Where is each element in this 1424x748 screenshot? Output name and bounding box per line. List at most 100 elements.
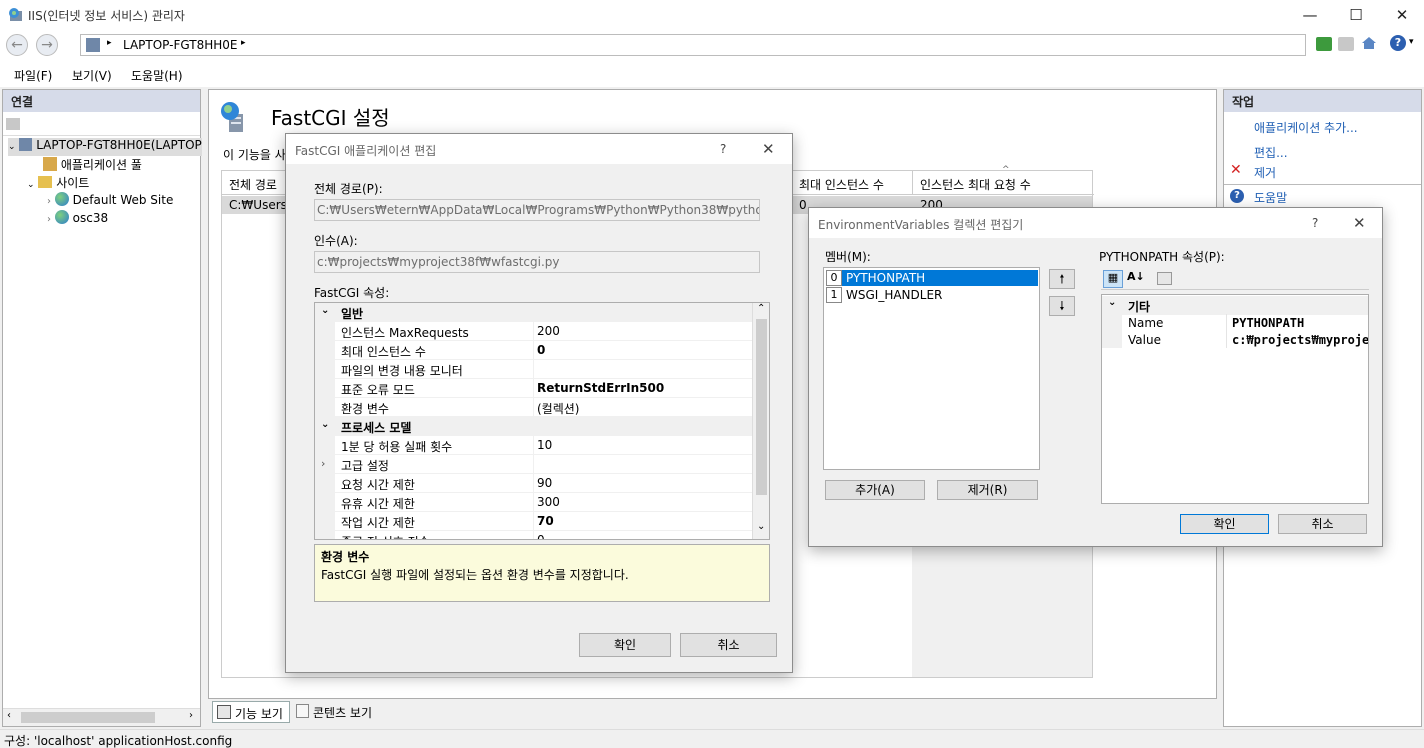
members-list[interactable]: 0 PYTHONPATH 1 WSGI_HANDLER xyxy=(823,267,1040,470)
menu-file[interactable]: 파일(F) xyxy=(14,67,52,84)
page-title: FastCGI 설정 xyxy=(271,106,390,130)
action-help[interactable]: 도움말 xyxy=(1254,189,1287,206)
property-row[interactable]: 파일의 변경 내용 모니터 xyxy=(315,360,752,379)
collapse-icon: ⌄ xyxy=(321,305,330,316)
property-grid-scrollbar[interactable]: ⌃ ⌄ xyxy=(752,303,769,539)
connections-panel: 연결 ⌄ LAPTOP-FGT8HH0E(LAPTOP- 애플리케이션 풀 ⌄ … xyxy=(2,89,202,727)
fastcgi-help-button[interactable]: ? xyxy=(720,142,726,156)
row-max-instances: 0 xyxy=(799,198,807,212)
close-window-button[interactable]: ✕ xyxy=(1379,0,1424,30)
remove-member-button[interactable]: 제거(R) xyxy=(937,480,1038,500)
property-pages-icon[interactable] xyxy=(1157,272,1172,285)
actions-header: 작업 xyxy=(1224,90,1421,112)
tree-default-web-site[interactable]: › Default Web Site xyxy=(47,192,173,207)
env-close-button[interactable]: ✕ xyxy=(1353,214,1366,232)
property-category[interactable]: ⌄ 프로세스 모델 xyxy=(315,417,752,436)
alphabetical-icon[interactable]: A↓ xyxy=(1127,270,1145,283)
move-up-button[interactable]: 🠕 xyxy=(1049,269,1075,289)
status-text: 구성: 'localhost' applicationHost.config xyxy=(4,734,233,748)
fastcgi-ok-button[interactable]: 확인 xyxy=(579,633,671,657)
property-name: 1분 당 허용 실패 횟수 xyxy=(341,440,453,454)
server-icon xyxy=(86,38,100,52)
member-index: 0 xyxy=(826,270,842,286)
property-row[interactable]: 작업 시간 제한 70 xyxy=(315,512,752,531)
env-help-button[interactable]: ? xyxy=(1312,216,1318,230)
categorized-icon[interactable]: ▦ xyxy=(1103,270,1123,288)
tab-content-view[interactable]: 콘텐츠 보기 xyxy=(294,701,386,723)
menu-view[interactable]: 보기(V) xyxy=(72,67,112,84)
minimize-button[interactable]: — xyxy=(1287,0,1333,30)
arrow-up-icon: 🠕 xyxy=(1059,272,1065,286)
page-description: 이 기능을 사 xyxy=(223,148,286,162)
property-category[interactable]: ⌄ 기타 xyxy=(1102,296,1368,315)
address-separator-end[interactable]: ▸ xyxy=(241,38,246,48)
property-row[interactable]: 표준 오류 모드 ReturnStdErrIn500 xyxy=(315,379,752,398)
tree-server[interactable]: ⌄ LAPTOP-FGT8HH0E(LAPTOP- xyxy=(8,138,202,156)
env-ok-button[interactable]: 확인 xyxy=(1180,514,1269,534)
property-value: 0 xyxy=(537,343,546,357)
members-label: 멤버(M): xyxy=(825,250,871,264)
property-category[interactable]: ⌄ 일반 xyxy=(315,303,752,322)
fastcgi-cancel-button[interactable]: 취소 xyxy=(680,633,777,657)
tree-sites[interactable]: ⌄ 사이트 xyxy=(27,174,89,191)
property-row[interactable]: 환경 변수 (컬렉션) xyxy=(315,398,752,417)
env-cancel-button[interactable]: 취소 xyxy=(1278,514,1367,534)
fastcgi-close-button[interactable]: ✕ xyxy=(762,140,775,158)
connections-toolbar xyxy=(3,114,200,136)
props-toolbar: ▦ A↓ xyxy=(1101,268,1369,290)
col-max-requests[interactable]: 인스턴스 최대 요청 수 xyxy=(920,176,1031,193)
action-add-application[interactable]: 애플리케이션 추가... xyxy=(1254,119,1358,136)
home-icon[interactable] xyxy=(1361,35,1377,51)
property-name: 환경 변수 xyxy=(341,402,389,416)
property-row[interactable]: Value c:₩projects₩myproject38f xyxy=(1102,331,1368,350)
globe-icon xyxy=(54,210,69,224)
maximize-button[interactable]: ☐ xyxy=(1333,0,1379,30)
property-row[interactable]: 최대 인스턴스 수 0 xyxy=(315,341,752,360)
property-name: 파일의 변경 내용 모니터 xyxy=(341,364,463,378)
col-full-path[interactable]: 전체 경로 xyxy=(229,176,277,193)
tree-sites-label: 사이트 xyxy=(56,176,90,190)
connections-hscrollbar[interactable]: ‹ › xyxy=(3,708,200,726)
fastcgi-dialog-title: FastCGI 애플리케이션 편집 xyxy=(295,144,437,158)
member-item[interactable]: 1 WSGI_HANDLER xyxy=(826,287,1038,303)
back-arrow-icon[interactable]: ← xyxy=(6,34,28,56)
action-remove[interactable]: 제거 xyxy=(1254,164,1276,181)
property-value: 200 xyxy=(537,324,560,338)
tab-features-view[interactable]: 기능 보기 xyxy=(212,701,290,723)
forward-arrow-icon[interactable]: → xyxy=(36,34,58,56)
arrow-down-icon: 🠗 xyxy=(1059,299,1065,313)
property-name: Value xyxy=(1128,333,1161,347)
help-icon[interactable]: ? xyxy=(1390,35,1406,51)
fastcgi-icon xyxy=(219,100,253,134)
property-name: Name xyxy=(1128,316,1164,330)
property-row[interactable]: 유휴 시간 제한 300 xyxy=(315,493,752,512)
col-max-instances[interactable]: 최대 인스턴스 수 xyxy=(799,176,884,193)
move-down-button[interactable]: 🠗 xyxy=(1049,296,1075,316)
member-item[interactable]: 0 PYTHONPATH xyxy=(826,270,1038,286)
arguments-field[interactable]: c:₩projects₩myproject38f₩wfastcgi.py xyxy=(314,251,760,273)
property-value: ReturnStdErrIn500 xyxy=(537,381,665,395)
refresh-icon[interactable] xyxy=(1316,37,1332,51)
address-path[interactable]: LAPTOP-FGT8HH0E xyxy=(123,38,238,52)
connect-icon[interactable] xyxy=(6,118,20,130)
full-path-field[interactable]: C:₩Users₩etern₩AppData₩Local₩Programs₩Py… xyxy=(314,199,760,221)
menu-help[interactable]: 도움말(H) xyxy=(131,67,183,84)
stop-icon[interactable] xyxy=(1338,37,1354,51)
expand-icon[interactable]: › xyxy=(321,457,325,470)
help-dropdown-icon[interactable]: ▾ xyxy=(1409,37,1414,47)
description-title: 환경 변수 xyxy=(321,550,370,564)
tree-app-pools[interactable]: 애플리케이션 풀 xyxy=(43,156,142,173)
property-row[interactable]: 종료 전 신호 전송 0 xyxy=(315,531,752,539)
property-name: 프로세스 모델 xyxy=(341,421,412,435)
address-bar[interactable]: ▸ LAPTOP-FGT8HH0E ▸ xyxy=(80,34,1306,56)
env-dialog-title: EnvironmentVariables 컬렉션 편집기 xyxy=(818,218,1024,232)
member-property-grid[interactable]: ⌄ 기타 Name PYTHONPATH Value c:₩projects₩m… xyxy=(1101,294,1369,504)
property-row[interactable]: 1분 당 허용 실패 횟수 10 xyxy=(315,436,752,455)
fastcgi-property-grid[interactable]: ⌄ 일반 인스턴스 MaxRequests 200 최대 인스턴스 수 0 파일의 변경 내… xyxy=(314,302,770,540)
property-row[interactable]: 요청 시간 제한 90 xyxy=(315,474,752,493)
property-row[interactable]: 인스턴스 MaxRequests 200 xyxy=(315,322,752,341)
property-row[interactable]: › 고급 설정 xyxy=(315,455,752,474)
add-member-button[interactable]: 추가(A) xyxy=(825,480,925,500)
action-edit[interactable]: 편집... xyxy=(1254,144,1288,161)
tree-osc38[interactable]: › osc38 xyxy=(47,210,108,225)
